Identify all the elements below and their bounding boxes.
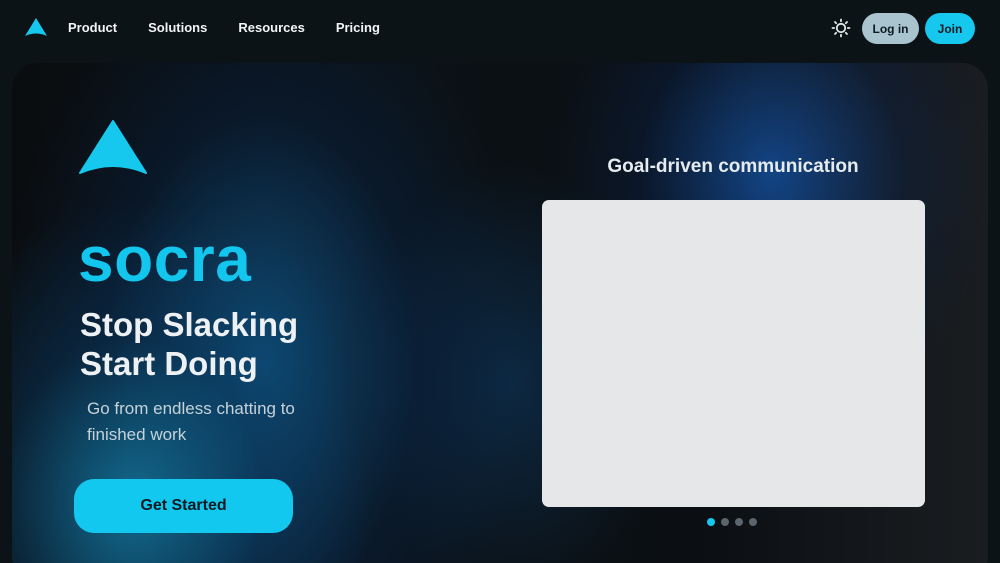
hero-subhead: Go from endless chatting to finished wor…	[87, 399, 295, 444]
carousel-title: Goal-driven communication	[607, 156, 859, 177]
headline-line-1: Stop Slacking	[80, 306, 299, 343]
nav-link-pricing[interactable]: Pricing	[336, 19, 380, 37]
join-button[interactable]: Join	[925, 13, 975, 44]
carousel-dots	[707, 518, 757, 526]
nav-links: Product Solutions Resources Pricing	[68, 19, 411, 37]
hero-headline: Stop Slacking Start Doing	[80, 305, 298, 383]
sun-icon	[831, 18, 851, 38]
carousel-dot[interactable]	[735, 518, 743, 526]
carousel-dot[interactable]	[707, 518, 715, 526]
theme-toggle-button[interactable]	[830, 17, 852, 39]
nav-link-solutions[interactable]: Solutions	[148, 19, 207, 37]
top-nav: Product Solutions Resources Pricing Log …	[0, 0, 1000, 58]
brand-name: socra	[78, 223, 252, 295]
login-button[interactable]: Log in	[862, 13, 919, 44]
carousel-dot[interactable]	[721, 518, 729, 526]
arrow-logo-icon[interactable]	[24, 17, 48, 37]
headline-line-2: Start Doing	[80, 345, 258, 382]
nav-link-product[interactable]: Product	[68, 19, 117, 37]
get-started-button[interactable]: Get Started	[74, 479, 293, 533]
hero-section: socra Stop Slacking Start Doing Go from …	[12, 63, 988, 563]
nav-link-resources[interactable]: Resources	[238, 19, 304, 37]
carousel-dot[interactable]	[749, 518, 757, 526]
carousel-slide	[542, 200, 925, 507]
arrow-logo-icon	[79, 120, 147, 174]
